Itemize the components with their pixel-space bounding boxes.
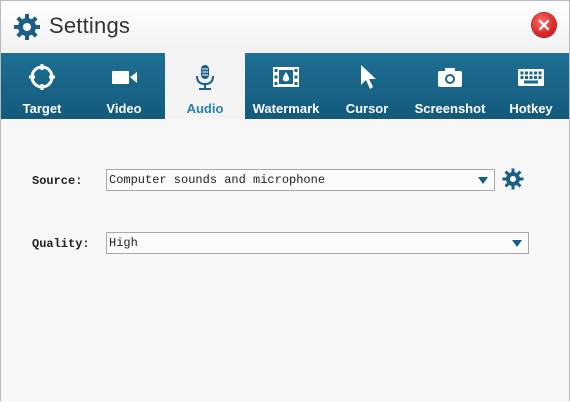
tab-label: Screenshot (414, 101, 486, 116)
tab-hotkey[interactable]: Hotkey (493, 53, 569, 119)
target-icon (29, 64, 55, 90)
gear-icon (14, 14, 40, 40)
tab-video[interactable]: Video (83, 53, 165, 119)
window-title: Settings (49, 13, 131, 38)
tab-label: Video (106, 101, 142, 116)
cursor-icon (361, 65, 376, 89)
tab-screenshot[interactable]: Screenshot (407, 53, 493, 119)
tab-watermark[interactable]: Watermark (245, 53, 327, 119)
tab-label: Target (22, 101, 62, 116)
quality-value: High (109, 236, 138, 250)
microphone-icon (196, 65, 214, 90)
source-settings-gear-icon[interactable] (502, 168, 524, 190)
tab-audio[interactable]: Audio (165, 53, 245, 119)
quality-label: Quality: (32, 237, 90, 251)
close-button[interactable] (532, 13, 556, 37)
tab-label: Audio (186, 101, 224, 116)
tab-cursor[interactable]: Cursor (327, 53, 407, 119)
film-watermark-icon (273, 67, 299, 87)
quality-dropdown[interactable]: High (106, 232, 529, 254)
audio-settings-panel: Source: Computer sounds and microphone Q… (1, 119, 569, 402)
source-label: Source: (32, 174, 83, 188)
source-dropdown[interactable]: Computer sounds and microphone (106, 169, 495, 191)
tab-label: Hotkey (509, 101, 553, 116)
close-icon (538, 19, 550, 31)
chevron-down-icon (512, 240, 522, 247)
settings-tabbar: Target Video Audio Watermark Cursor Scre… (1, 53, 569, 119)
settings-window: Settings Target Video Audio Watermark Cu… (0, 0, 570, 402)
video-camera-icon (112, 71, 137, 84)
tab-label: Cursor (345, 101, 389, 116)
chevron-down-icon (478, 177, 488, 184)
tab-target[interactable]: Target (1, 53, 83, 119)
title-bar: Settings (1, 1, 569, 54)
camera-icon (438, 68, 462, 87)
tab-label: Watermark (252, 101, 320, 116)
source-value: Computer sounds and microphone (109, 173, 326, 187)
keyboard-icon (518, 69, 544, 86)
